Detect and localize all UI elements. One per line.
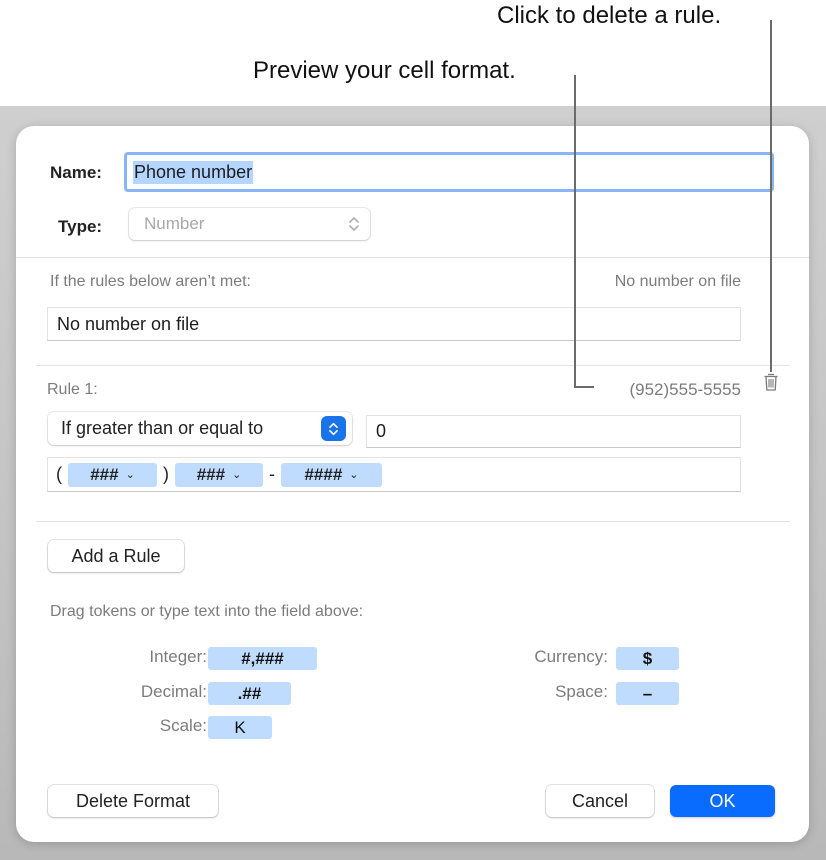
type-label: Type: xyxy=(58,217,103,236)
name-label: Name: xyxy=(50,163,102,182)
format-text: ( xyxy=(56,464,62,484)
token-label-integer: Integer: xyxy=(149,647,207,666)
name-input[interactable]: Phone number xyxy=(124,152,774,192)
format-token-label: #### xyxy=(304,464,343,484)
callout-preview: Preview your cell format. xyxy=(253,57,516,84)
rule-1-preview: (952)555-5555 xyxy=(629,380,741,399)
add-rule-button[interactable]: Add a Rule xyxy=(48,540,184,572)
format-token-label: ### xyxy=(196,464,226,484)
format-text: ) xyxy=(163,464,169,484)
leader-line-preview xyxy=(574,75,576,388)
chevron-down-icon: ⌄ xyxy=(125,469,135,481)
separator xyxy=(36,521,790,522)
rule-value: 0 xyxy=(376,421,387,441)
callout-delete-rule: Click to delete a rule. xyxy=(497,2,722,29)
rule-1-label: Rule 1: xyxy=(47,381,98,398)
format-token[interactable]: #### ⌄ xyxy=(281,462,382,487)
token-space[interactable]: – xyxy=(616,682,679,705)
name-input-value: Phone number xyxy=(133,160,254,184)
fallback-preview: No number on file xyxy=(614,273,741,290)
type-popup-value: Number xyxy=(144,214,205,233)
token-scale[interactable]: K xyxy=(208,716,272,739)
ok-button[interactable]: OK xyxy=(670,785,775,817)
token-currency[interactable]: $ xyxy=(616,647,679,670)
up-down-chevron-icon xyxy=(321,416,346,441)
token-label-scale: Scale: xyxy=(159,716,207,735)
custom-format-dialog: Name: Phone number Type: Number If the r… xyxy=(16,126,809,842)
token-label-currency: Currency: xyxy=(534,647,608,666)
format-token-label: ### xyxy=(90,464,119,484)
leader-line-delete xyxy=(770,20,772,372)
cancel-button[interactable]: Cancel xyxy=(546,785,654,817)
delete-format-button[interactable]: Delete Format xyxy=(48,785,218,817)
rule-value-input[interactable]: 0 xyxy=(366,415,741,448)
leader-line-preview-tick xyxy=(574,386,594,388)
up-down-chevron-icon xyxy=(349,217,359,231)
token-label-space: Space: xyxy=(555,682,608,701)
trash-icon[interactable] xyxy=(763,372,779,392)
fallback-input[interactable]: No number on file xyxy=(47,307,741,341)
type-popup[interactable]: Number xyxy=(129,208,370,240)
fallback-input-value: No number on file xyxy=(57,313,200,334)
format-text: - xyxy=(269,464,275,484)
rule-condition-value: If greater than or equal to xyxy=(61,418,264,438)
chevron-down-icon: ⌄ xyxy=(232,469,242,481)
format-token[interactable]: ### ⌄ xyxy=(68,462,157,487)
tokens-hint: Drag tokens or type text into the field … xyxy=(50,603,364,620)
separator xyxy=(16,257,809,258)
token-decimal[interactable]: .## xyxy=(208,682,291,705)
separator xyxy=(36,365,790,366)
rule-format-field[interactable]: ( ### ⌄ ) ### ⌄ - #### ⌄ xyxy=(47,457,741,492)
format-token[interactable]: ### ⌄ xyxy=(175,462,263,487)
rule-condition-popup[interactable]: If greater than or equal to xyxy=(48,412,352,445)
fallback-label: If the rules below aren’t met: xyxy=(50,273,251,290)
chevron-down-icon: ⌄ xyxy=(349,469,359,481)
token-label-decimal: Decimal: xyxy=(140,682,207,701)
token-integer[interactable]: #,### xyxy=(208,647,317,670)
